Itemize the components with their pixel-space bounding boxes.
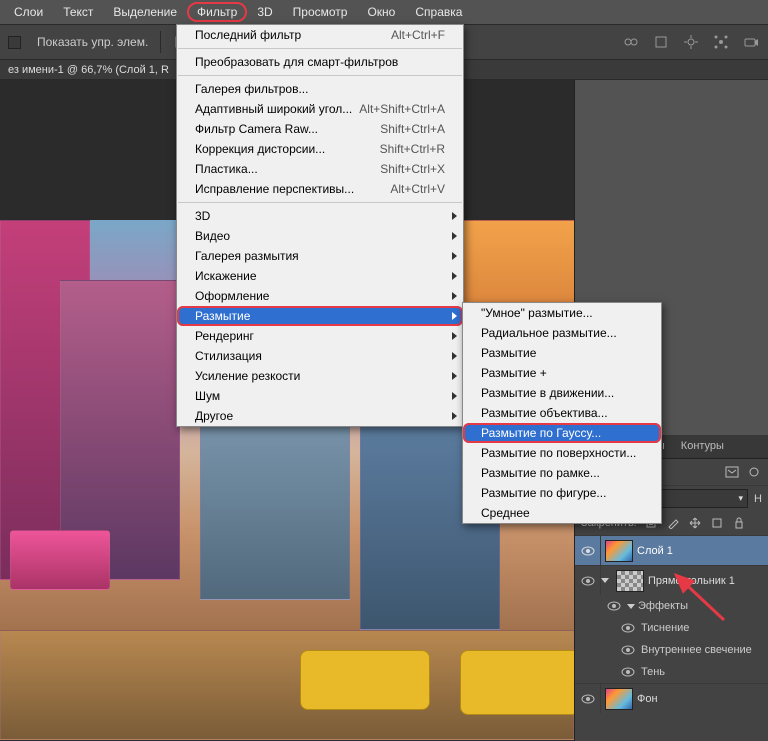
menu-3d[interactable]: 3D	[247, 2, 282, 22]
eye-icon[interactable]	[580, 574, 596, 588]
effect-item[interactable]: Внутреннее свечение	[575, 639, 768, 661]
blur-basic[interactable]: Размытие	[463, 343, 661, 363]
menu-filter-gallery[interactable]: Галерея фильтров...	[177, 79, 463, 99]
blur-shape[interactable]: Размытие по фигуре...	[463, 483, 661, 503]
effects-toggle[interactable]	[627, 604, 635, 609]
layer-name[interactable]: Слой 1	[637, 545, 673, 557]
toolbar-icon-1[interactable]	[622, 33, 640, 51]
expand-toggle[interactable]	[601, 578, 609, 583]
menu-liquify[interactable]: Пластика...Shift+Ctrl+X	[177, 159, 463, 179]
filter-icon[interactable]	[724, 465, 740, 479]
eye-icon[interactable]	[580, 544, 596, 558]
menubar: Слои Текст Выделение Фильтр 3D Просмотр …	[0, 0, 768, 24]
show-controls-label: Показать упр. элем.	[37, 35, 148, 49]
layer-name[interactable]: Прямоугольник 1	[648, 575, 735, 587]
menu-window[interactable]: Окно	[357, 2, 405, 22]
menu-lens-correction[interactable]: Коррекция дисторсии...Shift+Ctrl+R	[177, 139, 463, 159]
document-tab[interactable]: ез имени-1 @ 66,7% (Слой 1, R	[8, 64, 169, 76]
menu-vanishing-point[interactable]: Исправление перспективы...Alt+Ctrl+V	[177, 179, 463, 199]
tab-paths[interactable]: Контуры	[673, 435, 732, 458]
submenu-stylize[interactable]: Стилизация	[177, 346, 463, 366]
blur-submenu: "Умное" размытие... Радиальное размытие.…	[462, 302, 662, 524]
toolbar-icon-3[interactable]	[682, 33, 700, 51]
effects-row[interactable]: Эффекты	[575, 595, 768, 617]
options-divider	[160, 31, 161, 53]
toolbar-icon-5[interactable]	[742, 33, 760, 51]
submenu-noise[interactable]: Шум	[177, 386, 463, 406]
menu-adaptive-wide[interactable]: Адаптивный широкий угол...Alt+Shift+Ctrl…	[177, 99, 463, 119]
submenu-pixelate[interactable]: Оформление	[177, 286, 463, 306]
effect-item[interactable]: Тиснение	[575, 617, 768, 639]
submenu-blur[interactable]: Размытие	[177, 306, 463, 326]
eye-icon[interactable]	[606, 599, 622, 613]
eye-icon[interactable]	[620, 621, 636, 635]
submenu-blur-gallery[interactable]: Галерея размытия	[177, 246, 463, 266]
submenu-3d[interactable]: 3D	[177, 206, 463, 226]
menu-help[interactable]: Справка	[405, 2, 472, 22]
filter-dropdown: Последний фильтр Alt+Ctrl+F Преобразоват…	[176, 24, 464, 427]
menu-text[interactable]: Текст	[53, 2, 103, 22]
eye-icon[interactable]	[620, 665, 636, 679]
lock-move-icon[interactable]	[687, 516, 703, 530]
effect-name: Тиснение	[641, 622, 689, 634]
lock-artboard-icon[interactable]	[709, 516, 725, 530]
filter-icon-2[interactable]	[746, 465, 762, 479]
layer-thumb[interactable]	[616, 570, 644, 592]
menu-select[interactable]: Выделение	[103, 2, 187, 22]
lock-brush-icon[interactable]	[665, 516, 681, 530]
layer-row-1[interactable]: Слой 1	[575, 535, 768, 565]
toolbar-icon-4[interactable]	[712, 33, 730, 51]
blur-box[interactable]: Размытие по рамке...	[463, 463, 661, 483]
blur-lens[interactable]: Размытие объектива...	[463, 403, 661, 423]
submenu-sharpen[interactable]: Усиление резкости	[177, 366, 463, 386]
blur-gaussian[interactable]: Размытие по Гауссу...	[463, 423, 661, 443]
layers-list: Слой 1 Прямоугольник 1 Эффекты Тиснение …	[575, 535, 768, 713]
lock-all-icon[interactable]	[731, 516, 747, 530]
layer-name[interactable]: Фон	[637, 693, 658, 705]
opacity-label: Н	[754, 493, 762, 505]
effect-name: Внутреннее свечение	[641, 644, 752, 656]
menu-filter[interactable]: Фильтр	[187, 2, 247, 22]
blur-more[interactable]: Размытие +	[463, 363, 661, 383]
menu-convert-smart[interactable]: Преобразовать для смарт-фильтров	[177, 52, 463, 72]
menu-last-filter[interactable]: Последний фильтр Alt+Ctrl+F	[177, 25, 463, 45]
effect-name: Тень	[641, 666, 665, 678]
effects-label: Эффекты	[638, 600, 688, 612]
menu-layers[interactable]: Слои	[4, 2, 53, 22]
effect-item[interactable]: Тень	[575, 661, 768, 683]
layer-thumb[interactable]	[605, 540, 633, 562]
layer-thumb[interactable]	[605, 688, 633, 710]
layer-row-2[interactable]: Прямоугольник 1	[575, 565, 768, 595]
eye-icon[interactable]	[580, 692, 596, 706]
submenu-distort[interactable]: Искажение	[177, 266, 463, 286]
blur-motion[interactable]: Размытие в движении...	[463, 383, 661, 403]
layer-row-bg[interactable]: Фон	[575, 683, 768, 713]
submenu-other[interactable]: Другое	[177, 406, 463, 426]
submenu-video[interactable]: Видео	[177, 226, 463, 246]
menu-camera-raw[interactable]: Фильтр Camera Raw...Shift+Ctrl+A	[177, 119, 463, 139]
blur-radial[interactable]: Радиальное размытие...	[463, 323, 661, 343]
show-controls-checkbox[interactable]	[8, 36, 21, 49]
menu-view[interactable]: Просмотр	[283, 2, 358, 22]
toolbar-icon-2[interactable]	[652, 33, 670, 51]
submenu-render[interactable]: Рендеринг	[177, 326, 463, 346]
blur-surface[interactable]: Размытие по поверхности...	[463, 443, 661, 463]
blur-smart[interactable]: "Умное" размытие...	[463, 303, 661, 323]
blur-average[interactable]: Среднее	[463, 503, 661, 523]
eye-icon[interactable]	[620, 643, 636, 657]
